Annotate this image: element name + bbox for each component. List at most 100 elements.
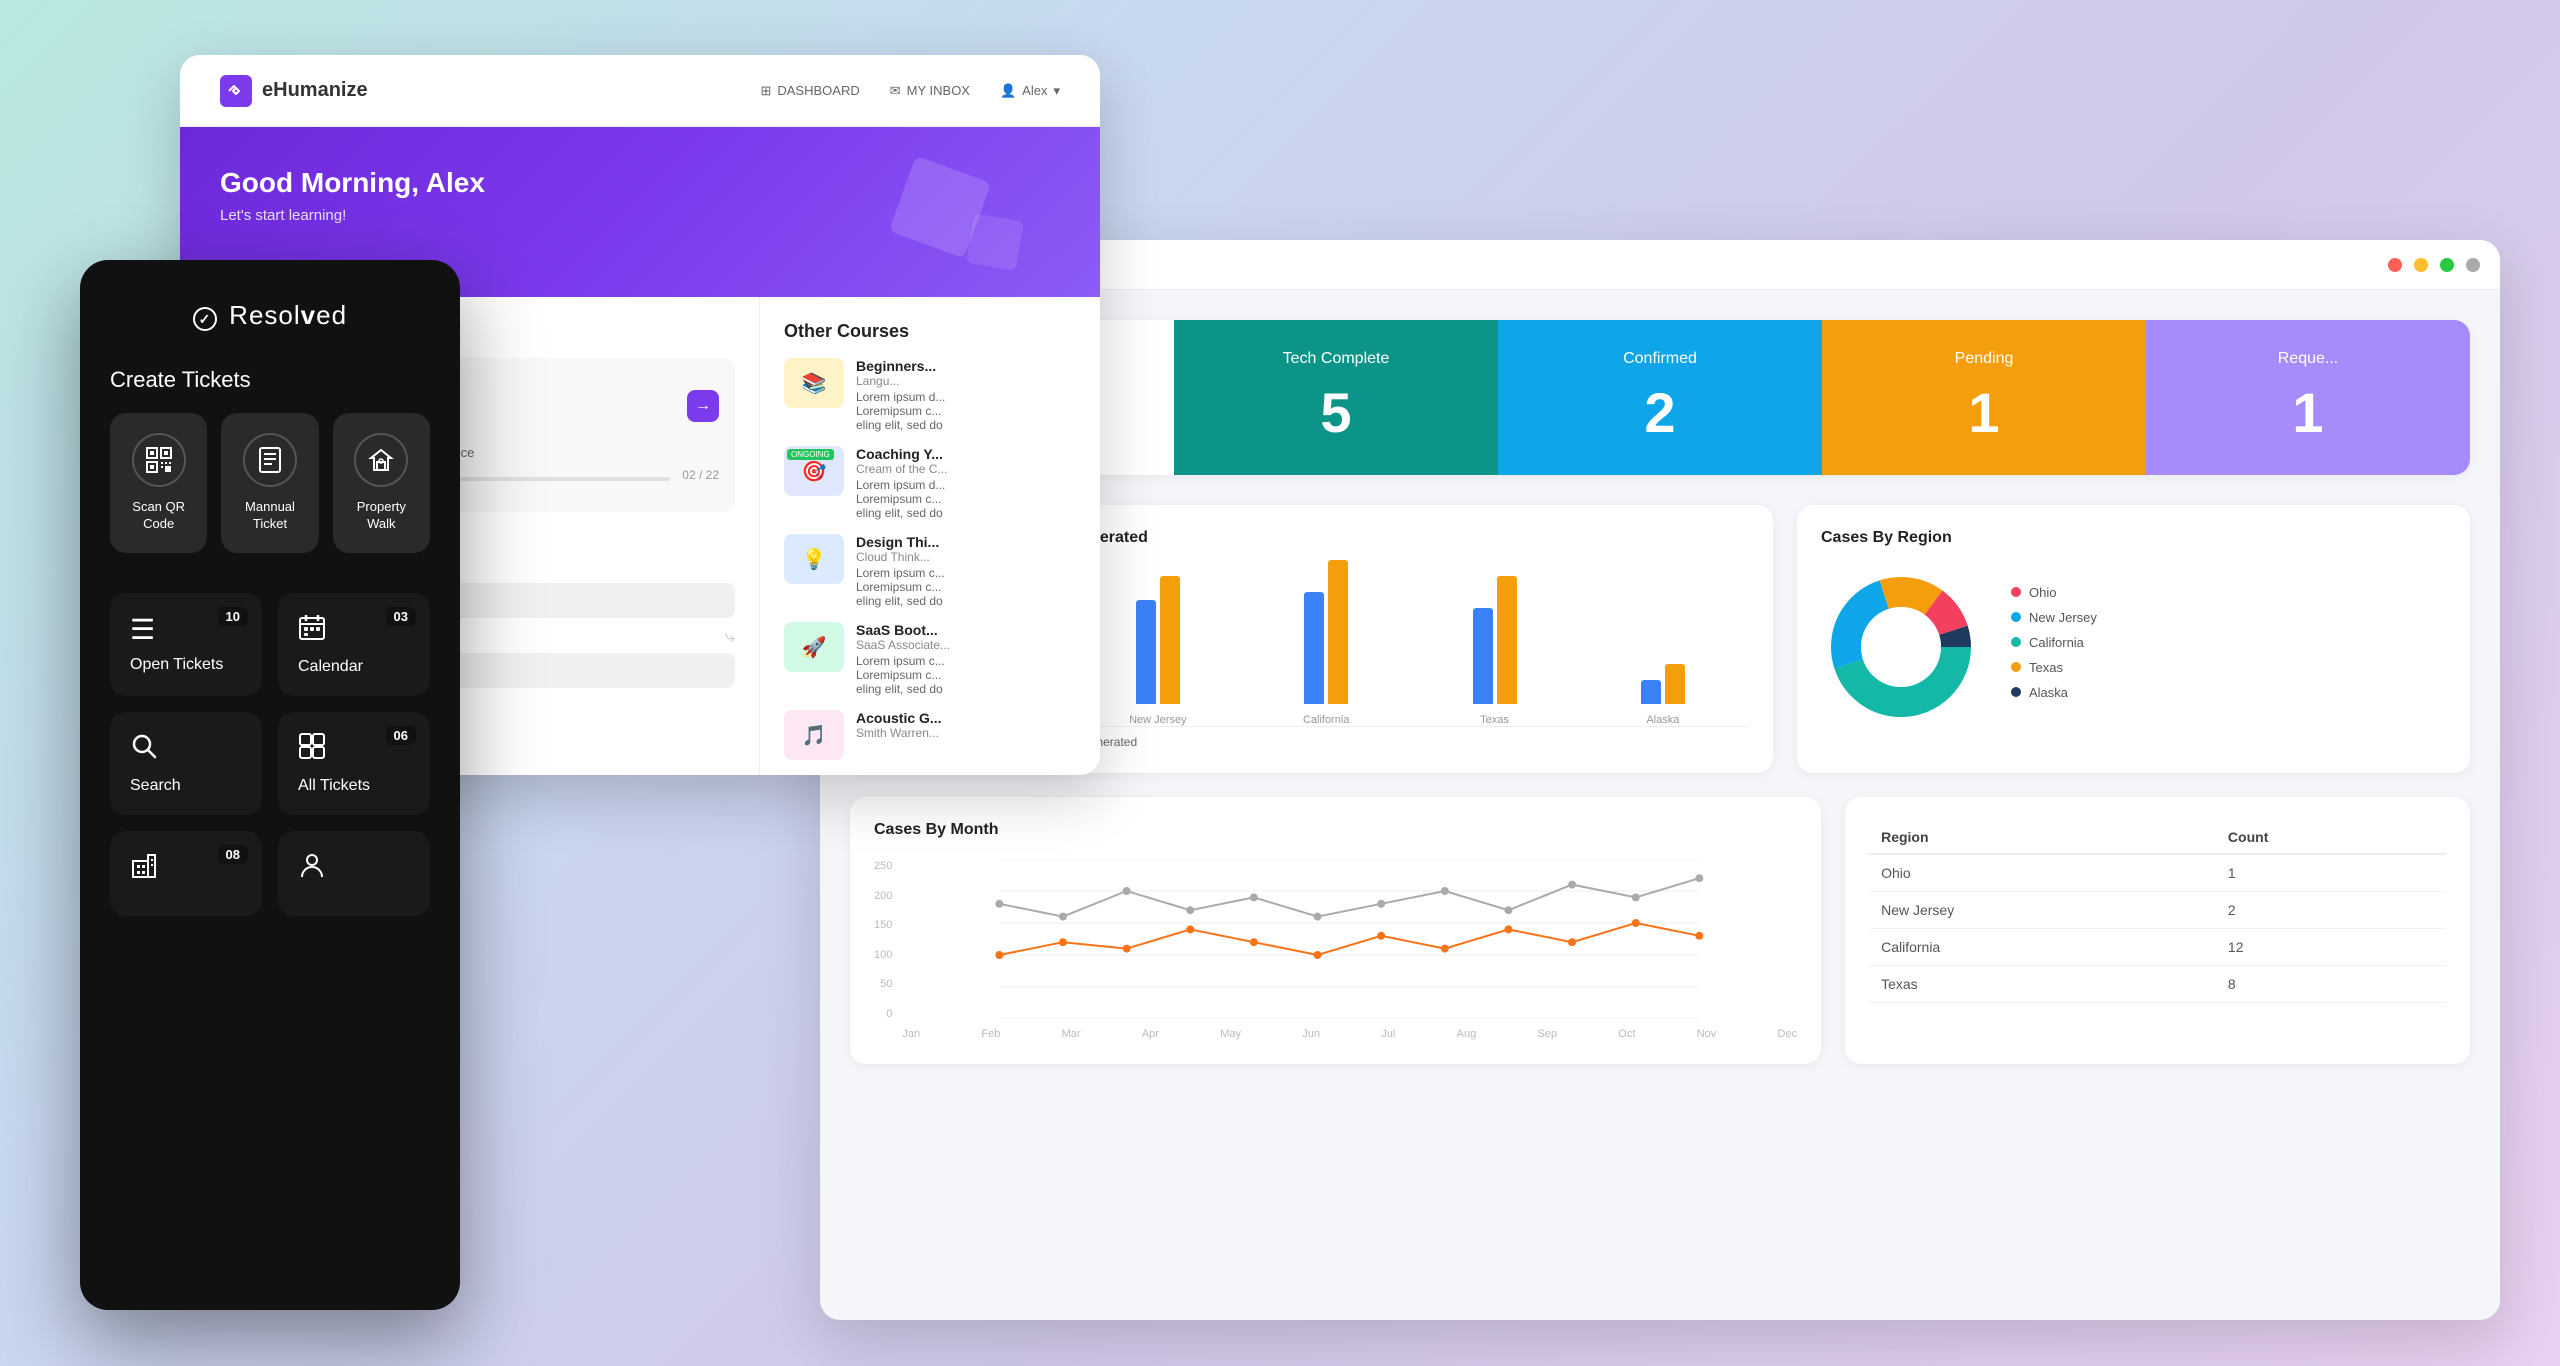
course-thumb-3: 🚀	[784, 622, 844, 672]
gray-dot-5	[1314, 913, 1322, 921]
manual-ticket-label: MannualTicket	[231, 499, 308, 533]
course-item-4: 🎵 Acoustic G... Smith Warren...	[784, 710, 1076, 760]
tx-legend-label: Texas	[2029, 660, 2063, 675]
eh-logo: eHumanize	[220, 75, 368, 107]
gray-dot-4	[1250, 893, 1258, 901]
course-thumb-2: 💡	[784, 534, 844, 584]
eh-logo-text: eHumanize	[262, 79, 368, 102]
eh-header: eHumanize ⊞DASHBOARD ✉MY INBOX 👤Alex ▾	[180, 55, 1100, 127]
search-nav[interactable]: Search	[110, 712, 262, 815]
search-nav-icon	[130, 732, 242, 767]
course-thumb-4: 🎵	[784, 710, 844, 760]
requested-card: Reque... 1	[2146, 320, 2470, 475]
buildings-nav[interactable]: 08	[110, 831, 262, 916]
ca-legend-label: California	[2029, 635, 2084, 650]
tx-legend-dot	[2011, 662, 2021, 672]
course-sub-0: Langu...	[856, 374, 945, 388]
table-row-ca: California 12	[1869, 929, 2446, 966]
course-title-3: SaaS Boot...	[856, 622, 950, 638]
gray-dot-0	[996, 900, 1004, 908]
gray-dot-2	[1123, 887, 1131, 895]
scan-qr-button[interactable]: Scan QRCode	[110, 413, 207, 553]
table-row-ohio: Ohio 1	[1869, 854, 2446, 892]
legend-ohio: Ohio	[2011, 585, 2097, 600]
buildings-badge: 08	[218, 845, 248, 864]
ca-region: California	[1869, 929, 2216, 966]
bar-group-nj: New Jersey	[1082, 576, 1234, 726]
gray-dot-8	[1505, 906, 1513, 914]
search-label: Search	[130, 777, 242, 795]
orange-dot-11	[1696, 932, 1704, 940]
line-x-labels: Jan Feb Mar Apr May Jun Jul Aug Sep Oct …	[902, 1028, 1797, 1040]
ca-count: 12	[2216, 929, 2446, 966]
ak-legend-label: Alaska	[2029, 685, 2068, 700]
ak-hours-bar	[1641, 680, 1661, 704]
course-desc-3: Lorem ipsum c...Loremipsum c...eling eli…	[856, 654, 950, 696]
confirmed-value: 2	[1522, 380, 1798, 445]
region-table: Region Count Ohio 1 New Jersey 2	[1869, 821, 2446, 1003]
line-chart-title: Cases By Month	[874, 821, 1797, 839]
line-y-axis: 250 200 150 100 50 0	[874, 860, 892, 1040]
pending-card: Pending 1	[1822, 320, 2146, 475]
ca-revenue-bar	[1328, 560, 1348, 704]
user-profile-nav[interactable]: 👤Alex ▾	[1000, 83, 1060, 99]
tech-complete-card: Tech Complete 5	[1174, 320, 1498, 475]
legend-nj: New Jersey	[2011, 610, 2097, 625]
calendar-nav[interactable]: 03 Calendar	[278, 593, 430, 696]
nj-legend-dot	[2011, 612, 2021, 622]
ohio-count: 1	[2216, 854, 2446, 892]
lesson-progress: 02 / 22	[682, 468, 719, 482]
course-thumb-0: 📚	[784, 358, 844, 408]
requested-label: Reque...	[2170, 350, 2446, 368]
ticket-buttons-group: Scan QRCode MannualTicket P	[110, 413, 430, 553]
user-icon	[298, 851, 410, 886]
ca-legend-dot	[2011, 637, 2021, 647]
all-tickets-nav[interactable]: 06 All Tickets	[278, 712, 430, 815]
gray-dot-10	[1632, 893, 1640, 901]
inbox-nav[interactable]: ✉MY INBOX	[890, 83, 970, 99]
ak-revenue-bar	[1665, 664, 1685, 704]
gray-dot-11	[1696, 874, 1704, 882]
eh-logo-icon	[220, 75, 252, 107]
requested-value: 1	[2170, 380, 2446, 445]
donut-wrap: Ohio New Jersey California Texas	[1821, 567, 2446, 727]
line-chart-svg	[902, 859, 1797, 1019]
course-arrow-button[interactable]: →	[687, 390, 719, 422]
gray-dot-9	[1568, 881, 1576, 889]
user-nav[interactable]	[278, 831, 430, 916]
share-icon[interactable]: ⤷	[725, 626, 735, 646]
maximize-dot[interactable]	[2440, 258, 2454, 272]
bar-group-tx: Texas	[1418, 576, 1570, 726]
course-desc-2: Lorem ipsum c...Loremipsum c...eling eli…	[856, 566, 945, 608]
ca-label: California	[1303, 714, 1349, 726]
course-item-3: 🚀 SaaS Boot... SaaS Associate... Lorem i…	[784, 622, 1076, 696]
course-title-0: Beginners...	[856, 358, 945, 374]
property-walk-button[interactable]: PropertyWalk	[333, 413, 430, 553]
orange-dot-10	[1632, 919, 1640, 927]
nj-revenue-bar	[1160, 576, 1180, 704]
resolved-card: ✓ Resolved Create Tickets	[80, 260, 460, 1310]
all-tickets-badge: 06	[386, 726, 416, 745]
tx-label: Texas	[1480, 714, 1509, 726]
open-tickets-nav[interactable]: 10 ☰ Open Tickets	[110, 593, 262, 696]
orange-dot-8	[1505, 925, 1513, 933]
orange-dot-1	[1059, 938, 1067, 946]
table-row-nj: New Jersey 2	[1869, 892, 2446, 929]
gray-line	[1000, 878, 1700, 916]
table-row-tx: Texas 8	[1869, 966, 2446, 1003]
dashboard-nav[interactable]: ⊞DASHBOARD	[760, 83, 859, 99]
nj-legend-label: New Jersey	[2029, 610, 2097, 625]
table-card: Region Count Ohio 1 New Jersey 2	[1845, 797, 2470, 1064]
open-tickets-label: Open Tickets	[130, 656, 242, 674]
ohio-legend-dot	[2011, 587, 2021, 597]
close-dot[interactable]	[2388, 258, 2402, 272]
minimize-dot[interactable]	[2414, 258, 2428, 272]
orange-dot-4	[1250, 938, 1258, 946]
course-thumb-1: 🎯 ONGOING	[784, 446, 844, 496]
ca-hours-bar	[1304, 592, 1324, 704]
nj-label: New Jersey	[1129, 714, 1186, 726]
other-courses-list: 📚 Beginners... Langu... Lorem ipsum d...…	[784, 358, 1076, 760]
region-column-header: Region	[1869, 821, 2216, 854]
all-tickets-label: All Tickets	[298, 777, 410, 795]
manual-ticket-button[interactable]: MannualTicket	[221, 413, 318, 553]
